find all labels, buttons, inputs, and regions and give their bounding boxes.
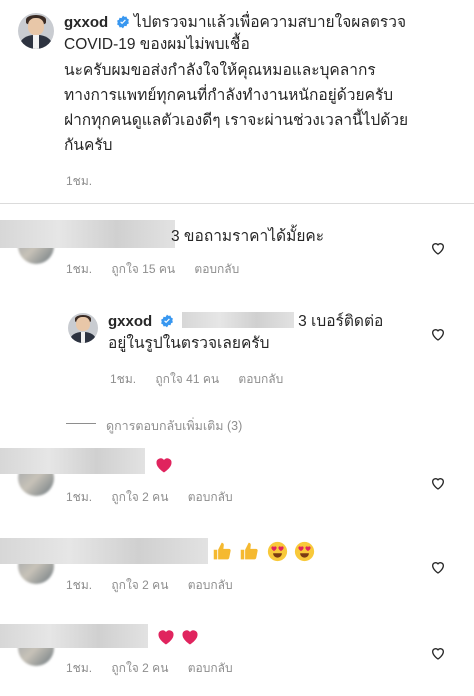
comment-time: 1ชม. — [66, 578, 93, 592]
reply-button[interactable]: ตอบกลับ — [188, 578, 233, 592]
reply-button[interactable]: ตอบกลับ — [188, 661, 233, 675]
reply-button[interactable]: ตอบกลับ — [194, 262, 239, 276]
view-more-replies-button[interactable]: ดูการตอบกลับเพิ่มเติม (3) — [106, 416, 242, 436]
heart-eyes-icon — [295, 541, 315, 562]
red-heart-icon — [182, 630, 198, 645]
blurred-mention — [181, 312, 294, 328]
heart-outline-icon — [431, 243, 445, 255]
caption-divider — [0, 203, 474, 204]
comment-meta: 1ชม. ถูกใจ 2 คน ตอบกลับ — [66, 488, 249, 507]
comment-meta: 1ชม. ถูกใจ 2 คน ตอบกลับ — [66, 576, 249, 595]
comment-meta: 1ชม. ถูกใจ 2 คน ตอบกลับ — [66, 659, 249, 678]
blurred-username — [0, 538, 208, 564]
blurred-username — [0, 220, 175, 248]
comment-time: 1ชม. — [66, 490, 93, 504]
red-heart-icon — [158, 630, 174, 645]
comment-emoji-row — [212, 541, 317, 563]
reply-button[interactable]: ตอบกลับ — [238, 372, 283, 386]
post-author-username[interactable]: gxxod — [64, 14, 108, 31]
reply-author-username[interactable]: gxxod — [108, 313, 152, 330]
comment-time: 1ชม. — [110, 372, 137, 386]
post-author-avatar[interactable] — [18, 13, 54, 49]
heart-outline-icon — [431, 562, 445, 574]
verified-badge-icon — [116, 15, 129, 29]
comment-emoji-row — [154, 455, 174, 476]
reply-text-1: 3 เบอร์ติดต่อ — [298, 313, 384, 330]
caption-line-6: กันครับ — [64, 137, 113, 154]
comment-likes-count[interactable]: ถูกใจ 15 คน — [111, 262, 175, 276]
blurred-username — [0, 448, 145, 474]
post-timestamp: 1ชม. — [66, 174, 93, 188]
blurred-username — [0, 624, 148, 648]
post-caption: gxxod ไปตรวจมาแล้วเพื่อความสบายใจผลตรวจ … — [64, 12, 464, 157]
comment-likes-count[interactable]: ถูกใจ 2 คน — [111, 578, 168, 592]
thumbs-up-icon — [241, 542, 259, 560]
like-comment-button[interactable] — [430, 559, 446, 575]
reply-text-2: อยู่ในรูปในตรวจเลยครับ — [108, 335, 270, 352]
comment-likes-count[interactable]: ถูกใจ 2 คน — [111, 490, 168, 504]
comment-meta: 1ชม. ถูกใจ 15 คน ตอบกลับ — [66, 260, 255, 279]
red-heart-icon — [156, 458, 172, 473]
reply-meta: 1ชม. ถูกใจ 41 คน ตอบกลับ — [110, 370, 299, 389]
caption-line-5: ฝากทุกคนดูแลตัวเองดีๆ เราจะผ่านช่วงเวลาน… — [64, 112, 409, 129]
thumbs-up-icon — [213, 542, 231, 560]
like-comment-button[interactable] — [430, 475, 446, 491]
heart-outline-icon — [431, 329, 445, 341]
comment-likes-count[interactable]: ถูกใจ 41 คน — [155, 372, 219, 386]
comment-likes-count[interactable]: ถูกใจ 2 คน — [111, 661, 168, 675]
comment-time: 1ชม. — [66, 262, 93, 276]
heart-outline-icon — [431, 478, 445, 490]
like-comment-button[interactable] — [430, 326, 446, 342]
caption-line-3: นะครับผมขอส่งกำลังใจให้คุณหมอและบุคลากร — [64, 62, 376, 79]
comment-emoji-row — [156, 627, 200, 648]
verified-badge-icon — [160, 314, 173, 328]
reply-author-avatar[interactable] — [68, 313, 98, 343]
like-comment-button[interactable] — [430, 240, 446, 256]
comment-text: 3 ขอถามราคาได้มั้ยคะ — [171, 228, 325, 245]
heart-eyes-icon — [267, 541, 288, 562]
reply-comment: gxxod 3 เบอร์ติดต่อ อยู่ในรูปในตรวจเลยคร… — [108, 311, 448, 355]
comment-time: 1ชม. — [66, 661, 93, 675]
like-comment-button[interactable] — [430, 645, 446, 661]
caption-line-1: ไปตรวจมาแล้วเพื่อความสบายใจผลตรวจ — [133, 14, 407, 31]
caption-line-2: COVID-19 ของผมไม่พบเชื้อ — [64, 36, 250, 53]
view-replies-line — [66, 423, 96, 424]
heart-outline-icon — [431, 648, 445, 660]
reply-button[interactable]: ตอบกลับ — [188, 490, 233, 504]
caption-line-4: ทางการแพทย์ทุกคนที่กำลังทำงานหนักอยู่ด้ว… — [64, 87, 394, 104]
